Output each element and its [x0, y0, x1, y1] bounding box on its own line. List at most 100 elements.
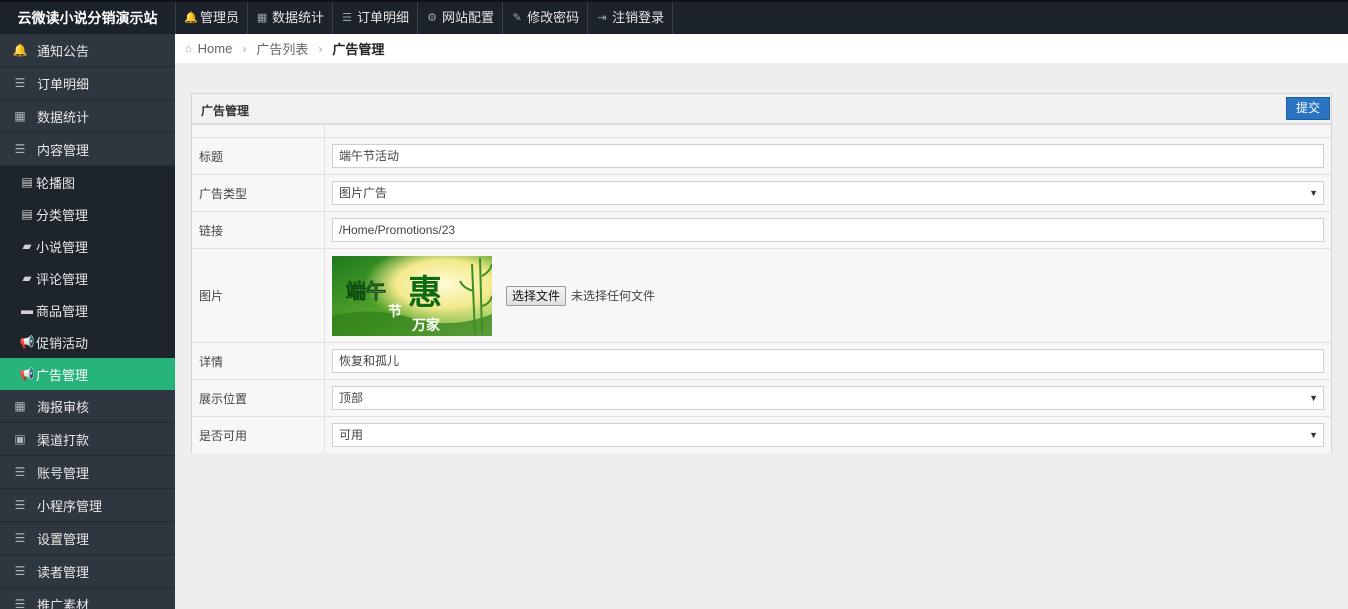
detail-input[interactable]: 恢复和孤儿: [332, 349, 1324, 373]
form-row-link: 链接 /Home/Promotions/23: [192, 212, 1331, 249]
spacer-label-cell: [192, 125, 325, 137]
file-status: 未选择任何文件: [571, 289, 656, 303]
book-icon: ▰: [22, 239, 32, 253]
image-cell: 端午 节 惠 万家 选择文件 未选择任何文件: [325, 249, 1331, 342]
image-label: 图片: [192, 249, 325, 342]
sidebar-item-label: 海报审核: [37, 399, 90, 415]
caret-down-icon: ▼: [1309, 393, 1318, 403]
sidebar-item-label: 广告管理: [36, 367, 89, 383]
form-row-title: 标题 端午节活动: [192, 138, 1331, 175]
form-row-type: 广告类型 图片广告 ▼: [192, 175, 1331, 212]
sidebar-item-promo-materials[interactable]: ☰ 推广素材: [0, 588, 175, 609]
sidebar-subitem-ads[interactable]: 📢 广告管理: [0, 358, 175, 390]
enabled-select[interactable]: 可用 ▼: [332, 423, 1324, 447]
sidebar-item-payouts[interactable]: ▣ 渠道打款: [0, 423, 175, 456]
book-icon: ▰: [22, 271, 32, 285]
topnav-label: 订单明细: [357, 10, 410, 25]
position-label: 展示位置: [192, 380, 325, 416]
topnav-change-password[interactable]: ✎ 修改密码: [502, 2, 587, 34]
sidebar-item-label: 轮播图: [36, 175, 76, 191]
brand-title[interactable]: 云微读小说分销演示站: [0, 2, 175, 34]
sidebar-item-label: 内容管理: [37, 142, 90, 158]
enabled-cell: 可用 ▼: [325, 417, 1331, 453]
chevron-right-icon: ›: [242, 41, 247, 56]
image-text-3: 惠: [408, 273, 442, 313]
breadcrumb: ⌂ Home › 广告列表 › 广告管理: [175, 34, 1348, 63]
list-icon: ☰: [14, 76, 26, 90]
type-label: 广告类型: [192, 175, 325, 211]
sidebar-subitem-novels[interactable]: ▰ 小说管理: [0, 230, 175, 262]
topnav-label: 注销登录: [612, 10, 665, 25]
bullhorn-icon: 📢: [19, 335, 35, 349]
link-input[interactable]: /Home/Promotions/23: [332, 218, 1324, 242]
list-icon: ☰: [14, 142, 26, 156]
sidebar-subitem-promotions[interactable]: 📢 促销活动: [0, 326, 175, 358]
sidebar-item-settings[interactable]: ☰ 设置管理: [0, 522, 175, 555]
bar-chart-icon: ▦: [14, 109, 26, 123]
topnav-stats[interactable]: ▦ 数据统计: [247, 2, 332, 34]
choose-file-button[interactable]: 选择文件: [506, 285, 567, 306]
type-cell: 图片广告 ▼: [325, 175, 1331, 211]
list-icon: ☰: [14, 531, 26, 545]
detail-label: 详情: [192, 343, 325, 379]
sidebar-item-miniprogram[interactable]: ☰ 小程序管理: [0, 489, 175, 522]
panel-header: 广告管理 提交: [192, 94, 1331, 125]
sidebar-item-label: 设置管理: [37, 531, 90, 547]
caret-down-icon: ▼: [1309, 430, 1318, 440]
sidebar-subitem-products[interactable]: ▬ 商品管理: [0, 294, 175, 326]
sidebar-item-accounts[interactable]: ☰ 账号管理: [0, 456, 175, 489]
topnav-admin[interactable]: 🔔 管理员: [175, 2, 247, 34]
form-row-enabled: 是否可用 可用 ▼: [192, 417, 1331, 453]
sidebar: 🔔 通知公告 ☰ 订单明细 ▦ 数据统计 ☰ 内容管理 ▤ 轮播图 ▤ 分类管理…: [0, 34, 175, 609]
gear-icon: ⚙: [427, 12, 437, 24]
edit-icon: ✎: [512, 12, 522, 24]
enabled-select-value: 可用: [339, 428, 364, 442]
bullhorn-icon: 📢: [19, 367, 35, 381]
panel-title: 广告管理: [201, 104, 250, 118]
enabled-label: 是否可用: [192, 417, 325, 453]
image-list-icon: ▤: [21, 207, 33, 221]
submit-button[interactable]: 提交: [1286, 97, 1330, 120]
ad-form-panel: 广告管理 提交 标题 端午节活动 广告类型 图片广告 ▼ 链接 /Home/Pr…: [191, 93, 1332, 453]
topnav-label: 修改密码: [527, 10, 580, 25]
topnav-label: 网站配置: [442, 10, 495, 25]
list-icon: ☰: [14, 465, 26, 479]
sidebar-item-label: 推广素材: [37, 597, 90, 609]
sidebar-item-notice[interactable]: 🔔 通知公告: [0, 34, 175, 67]
position-select[interactable]: 顶部 ▼: [332, 386, 1324, 410]
sidebar-subitem-comments[interactable]: ▰ 评论管理: [0, 262, 175, 294]
sidebar-item-label: 分类管理: [36, 207, 89, 223]
type-select[interactable]: 图片广告 ▼: [332, 181, 1324, 205]
bar-chart-icon: ▦: [256, 12, 268, 24]
list-icon: ☰: [14, 498, 26, 512]
truck-icon: ▬: [21, 303, 33, 317]
image-text-4: 万家: [411, 317, 441, 334]
image-list-icon: ▤: [21, 175, 33, 189]
sidebar-item-readers[interactable]: ☰ 读者管理: [0, 555, 175, 588]
bell-icon: 🔔: [12, 43, 28, 57]
sidebar-item-orders[interactable]: ☰ 订单明细: [0, 67, 175, 100]
sidebar-subitem-category[interactable]: ▤ 分类管理: [0, 198, 175, 230]
sign-out-icon: ⇥: [597, 12, 607, 24]
topnav-site-config[interactable]: ⚙ 网站配置: [417, 2, 502, 34]
ad-image-preview: 端午 节 惠 万家: [332, 255, 492, 336]
sidebar-item-label: 通知公告: [37, 43, 90, 59]
form-row-position: 展示位置 顶部 ▼: [192, 380, 1331, 417]
sidebar-item-posters[interactable]: ▦ 海报审核: [0, 390, 175, 423]
sidebar-item-content[interactable]: ☰ 内容管理: [0, 133, 175, 166]
link-label: 链接: [192, 212, 325, 248]
form-row-image: 图片 端午 节 惠 万家 选择文件 未选择任何文件: [192, 249, 1331, 343]
breadcrumb-list[interactable]: 广告列表: [256, 39, 308, 58]
sidebar-item-label: 数据统计: [37, 109, 90, 125]
topnav-logout[interactable]: ⇥ 注销登录: [587, 2, 674, 34]
caret-down-icon: ▼: [1309, 188, 1318, 198]
breadcrumb-home[interactable]: Home: [198, 41, 233, 56]
sidebar-item-label: 商品管理: [36, 303, 89, 319]
title-input[interactable]: 端午节活动: [332, 144, 1324, 168]
sidebar-item-stats[interactable]: ▦ 数据统计: [0, 100, 175, 133]
topnav-orders[interactable]: ☰ 订单明细: [332, 2, 417, 34]
topnav-label: 数据统计: [272, 10, 325, 25]
title-label: 标题: [192, 138, 325, 174]
image-text-1: 端午: [346, 279, 386, 303]
sidebar-subitem-carousel[interactable]: ▤ 轮播图: [0, 166, 175, 198]
